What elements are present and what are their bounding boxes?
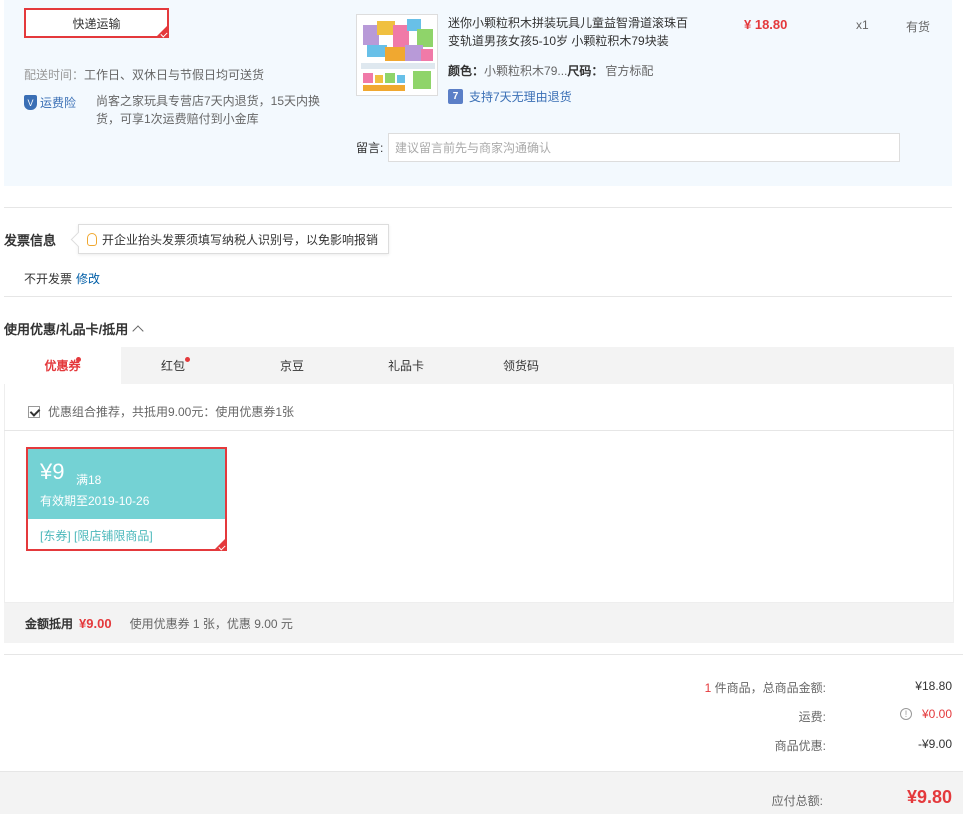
items-total-label-text: 件商品，总商品金额: bbox=[711, 681, 826, 695]
coupon-summary-desc: 使用优惠券 1 张，优惠 9.00 元 bbox=[129, 616, 293, 631]
tab-label: 礼品卡 bbox=[387, 359, 424, 373]
return-policy-label: 支持7天无理由退货 bbox=[469, 90, 572, 104]
size-value: 官方标配 bbox=[605, 64, 654, 78]
invoice-section-title: 发票信息 bbox=[4, 233, 57, 248]
coupon-card[interactable]: ¥9 满18 有效期至2019-10-26 [东券] [限店铺限商品] bbox=[26, 447, 227, 551]
coupon-card-header: ¥9 满18 有效期至2019-10-26 bbox=[28, 449, 225, 519]
divider bbox=[4, 654, 963, 655]
coupon-section-title: 使用优惠/礼品卡/抵用 bbox=[4, 322, 129, 337]
combo-recommend-checkbox[interactable] bbox=[28, 405, 40, 418]
delivery-time-label: 配送时间： bbox=[24, 68, 85, 82]
product-quantity: x1 bbox=[856, 18, 869, 32]
tab-redeem-code[interactable]: 领货码 bbox=[462, 347, 580, 384]
shipping-method-express-button[interactable]: 快递运输 bbox=[24, 8, 169, 38]
discount-value: -¥9.00 bbox=[917, 737, 952, 751]
invoice-status: 不开发票 修改 bbox=[24, 270, 100, 287]
product-title-link[interactable]: 迷你小颗粒积木拼装玩具儿童益智滑道滚珠百变轨道男孩女孩5-10岁 小颗粒积木79… bbox=[448, 14, 698, 50]
product-attributes: 颜色：小颗粒积木79...尺码： 官方标配 bbox=[448, 62, 653, 79]
payment-total-label: 应付总额: bbox=[771, 794, 823, 808]
coupon-summary: 金额抵用 ¥9.00 使用优惠券 1 张，优惠 9.00 元 bbox=[4, 603, 954, 643]
tab-coupons[interactable]: 优惠券 bbox=[4, 347, 121, 384]
combo-recommend[interactable]: 优惠组合推荐，共抵用9.00元：使用优惠券1张 bbox=[28, 403, 294, 420]
message-label: 留言: bbox=[356, 141, 384, 155]
coupon-section-toggle[interactable]: 使用优惠/礼品卡/抵用 bbox=[4, 319, 144, 338]
new-dot-icon bbox=[76, 357, 81, 362]
lightbulb-icon bbox=[87, 232, 97, 246]
tab-red-packet[interactable]: 红包 bbox=[121, 347, 225, 384]
selected-check-icon bbox=[155, 24, 169, 38]
combo-recommend-text: 优惠组合推荐，共抵用9.00元：使用优惠券1张 bbox=[48, 405, 295, 419]
invoice-value: 不开发票 bbox=[24, 272, 73, 286]
coupon-tab-bar: 优惠券 红包 京豆 礼品卡 领货码 bbox=[4, 347, 954, 384]
product-price: ¥ 18.80 bbox=[744, 17, 788, 32]
message-input[interactable] bbox=[388, 133, 900, 162]
invoice-tooltip-text: 开企业抬头发票须填写纳税人识别号，以免影响报销 bbox=[102, 232, 379, 247]
info-icon[interactable]: ! bbox=[899, 708, 912, 720]
items-total-value: ¥18.80 bbox=[915, 679, 952, 693]
selected-check-icon bbox=[213, 537, 227, 551]
divider bbox=[4, 296, 952, 297]
shipping-fee: ! ¥0.00 bbox=[899, 707, 952, 721]
divider bbox=[4, 207, 952, 208]
shipping-fee-value: ¥0.00 bbox=[921, 707, 952, 721]
coupon-condition: 满18 bbox=[76, 473, 102, 487]
shipping-insurance-badge[interactable]: V 运费险 bbox=[24, 94, 76, 111]
size-label: 尺码： bbox=[567, 64, 604, 78]
delivery-time: 配送时间：工作日、双休日与节假日均可送货 bbox=[24, 66, 264, 83]
divider bbox=[4, 430, 954, 431]
color-label: 颜色： bbox=[448, 64, 485, 78]
delivery-time-value: 工作日、双休日与节假日均可送货 bbox=[84, 68, 265, 82]
payment-total-value: ¥9.80 bbox=[906, 787, 952, 807]
return-policy[interactable]: 7 支持7天无理由退货 bbox=[448, 88, 572, 105]
shipping-fee-label: 运费: bbox=[798, 710, 826, 724]
coupon-tags: [东券] [限店铺限商品] bbox=[40, 529, 153, 543]
invoice-tooltip: 开企业抬头发票须填写纳税人识别号，以免影响报销 bbox=[78, 224, 389, 254]
invoice-edit-link[interactable]: 修改 bbox=[76, 272, 100, 286]
coupon-summary-label: 金额抵用 bbox=[25, 616, 74, 631]
tab-label: 领货码 bbox=[502, 359, 539, 373]
tab-jingdou[interactable]: 京豆 bbox=[234, 347, 350, 384]
product-thumbnail[interactable] bbox=[356, 14, 438, 96]
tab-label: 红包 bbox=[160, 359, 185, 373]
tab-label: 京豆 bbox=[279, 359, 304, 373]
stock-status: 有货 bbox=[906, 20, 931, 34]
new-dot-icon bbox=[185, 357, 190, 362]
coupon-amount: ¥9 bbox=[40, 459, 65, 484]
chevron-up-icon bbox=[132, 325, 144, 337]
discount-label: 商品优惠: bbox=[774, 739, 826, 753]
coupon-summary-amount: ¥9.00 bbox=[79, 615, 112, 631]
coupon-expiry: 有效期至2019-10-26 bbox=[40, 494, 150, 508]
shipping-method-label: 快递运输 bbox=[72, 16, 121, 31]
shipping-insurance-text: 尚客之家玩具专营店7天内退货，15天内换货，可享1次运费赔付到小金库 bbox=[96, 94, 321, 126]
items-total-label: 1 件商品，总商品金额: bbox=[705, 679, 826, 696]
shield-icon: V bbox=[24, 95, 37, 110]
shipping-insurance-badge-label: 运费险 bbox=[40, 96, 77, 110]
color-value: 小颗粒积木79... bbox=[484, 64, 568, 78]
tab-gift-card[interactable]: 礼品卡 bbox=[350, 347, 462, 384]
seven-day-return-icon: 7 bbox=[448, 89, 463, 104]
